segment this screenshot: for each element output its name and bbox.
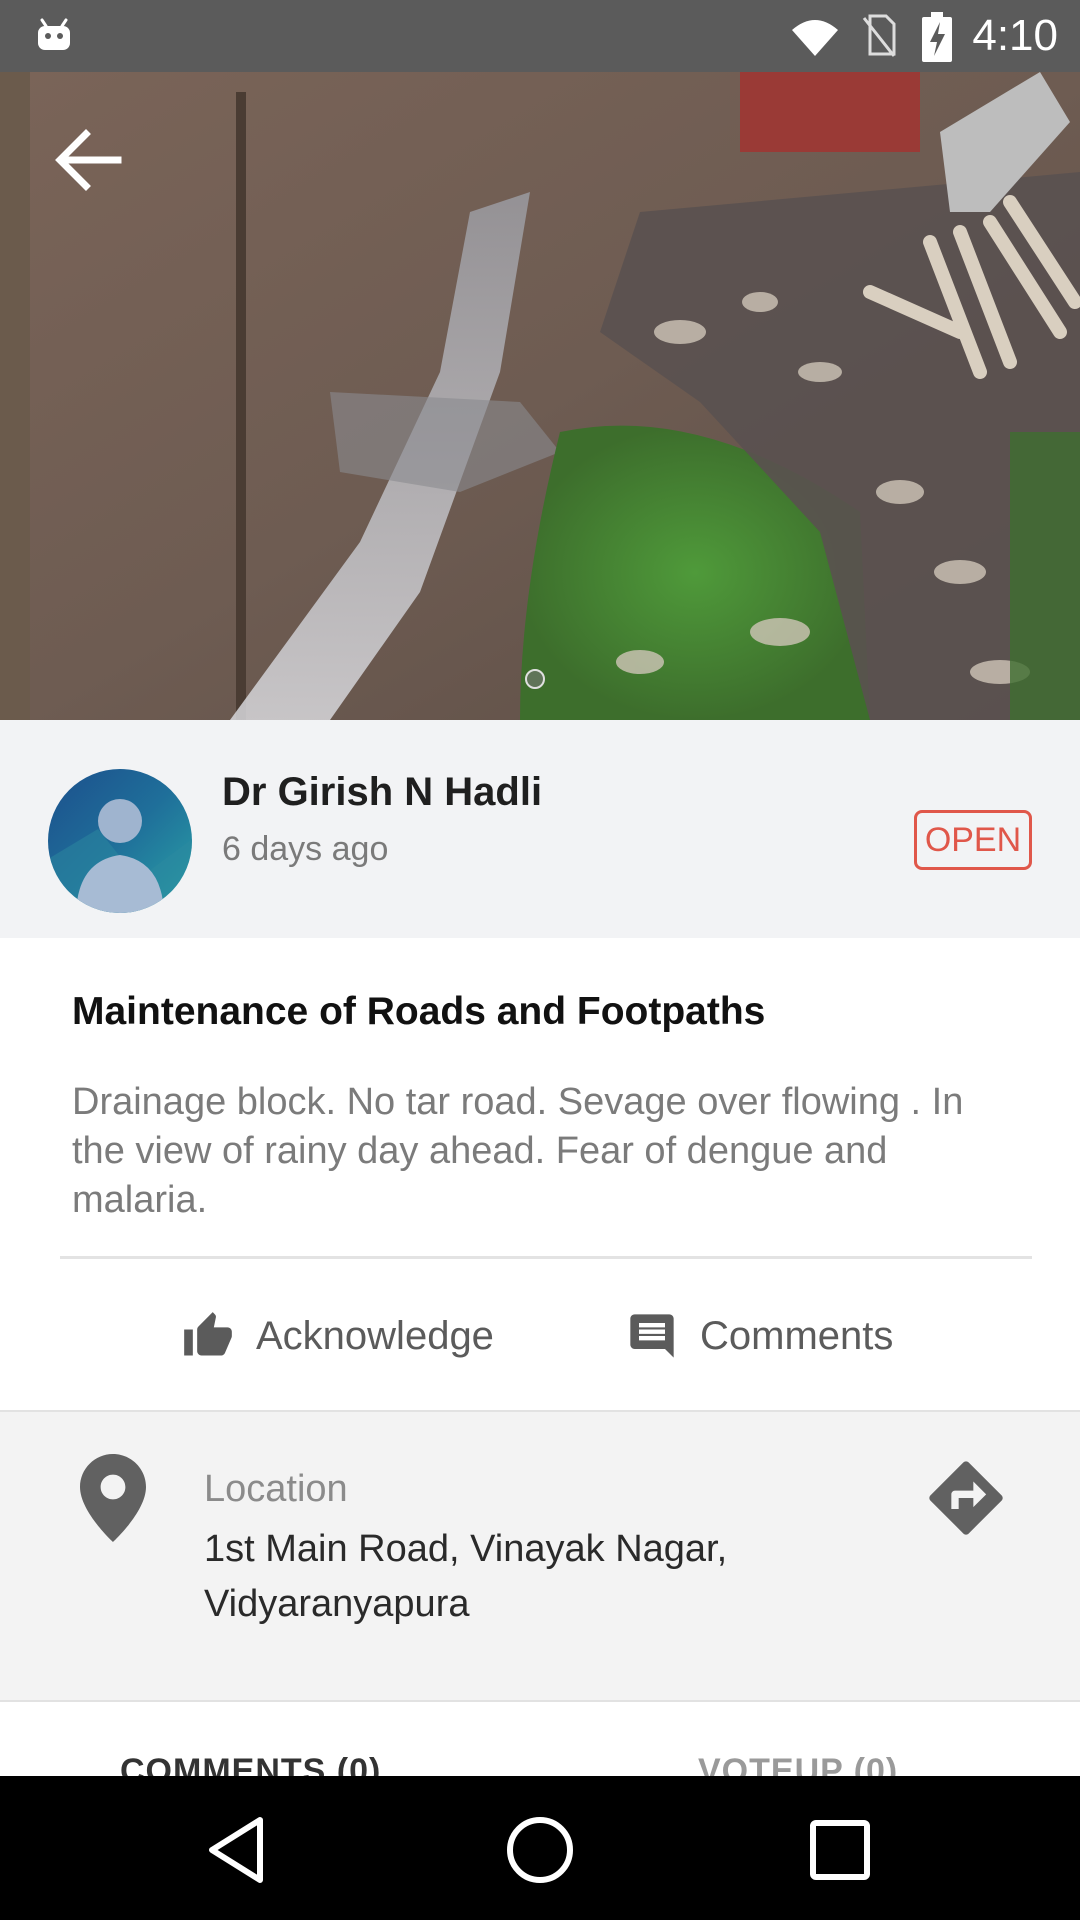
tab-bar: COMMENTS (0) VOTEUP (0) [0, 1702, 1080, 1776]
posted-time: 6 days ago [222, 830, 389, 868]
nav-home-icon[interactable] [500, 1810, 580, 1890]
status-bar: 4:10 [0, 0, 1080, 72]
navigation-bar [0, 1776, 1080, 1920]
tab-comments[interactable]: COMMENTS (0) [120, 1752, 381, 1776]
status-time: 4:10 [972, 11, 1058, 60]
location-label: Location [204, 1468, 348, 1510]
android-icon [38, 18, 70, 50]
no-sim-icon [862, 14, 896, 57]
pager-indicator [525, 669, 545, 689]
acknowledge-button[interactable]: Acknowledge [182, 1300, 494, 1372]
status-badge: OPEN [914, 810, 1032, 870]
directions-icon[interactable] [922, 1454, 1010, 1542]
back-arrow-icon[interactable] [40, 112, 136, 208]
issue-photo-image [0, 72, 1080, 720]
tab-voteup[interactable]: VOTEUP (0) [698, 1752, 898, 1776]
avatar[interactable] [48, 769, 192, 913]
issue-description: Drainage block. No tar road. Sevage over… [72, 1081, 964, 1221]
acknowledge-label: Acknowledge [256, 1313, 494, 1358]
map-pin-icon [80, 1454, 146, 1542]
thumbs-up-icon [184, 1312, 232, 1356]
battery-icon [922, 12, 952, 62]
issue-photo[interactable] [0, 72, 1080, 720]
comments-button[interactable]: Comments [626, 1300, 893, 1372]
issue-category-title: Maintenance of Roads and Footpaths [72, 990, 766, 1033]
author-name: Dr Girish N Hadli [222, 770, 543, 814]
author-row: Dr Girish N Hadli 6 days ago OPEN [0, 720, 1080, 938]
wifi-icon [792, 20, 838, 56]
nav-back-icon[interactable] [200, 1810, 280, 1890]
location-panel: Location 1st Main Road, Vinayak Nagar, V… [0, 1410, 1080, 1702]
location-address: 1st Main Road, Vinayak Nagar, Vidyaranya… [204, 1528, 728, 1625]
comment-icon [630, 1314, 674, 1358]
nav-recents-icon[interactable] [800, 1810, 880, 1890]
comments-label: Comments [700, 1313, 894, 1358]
divider [60, 1256, 1032, 1259]
